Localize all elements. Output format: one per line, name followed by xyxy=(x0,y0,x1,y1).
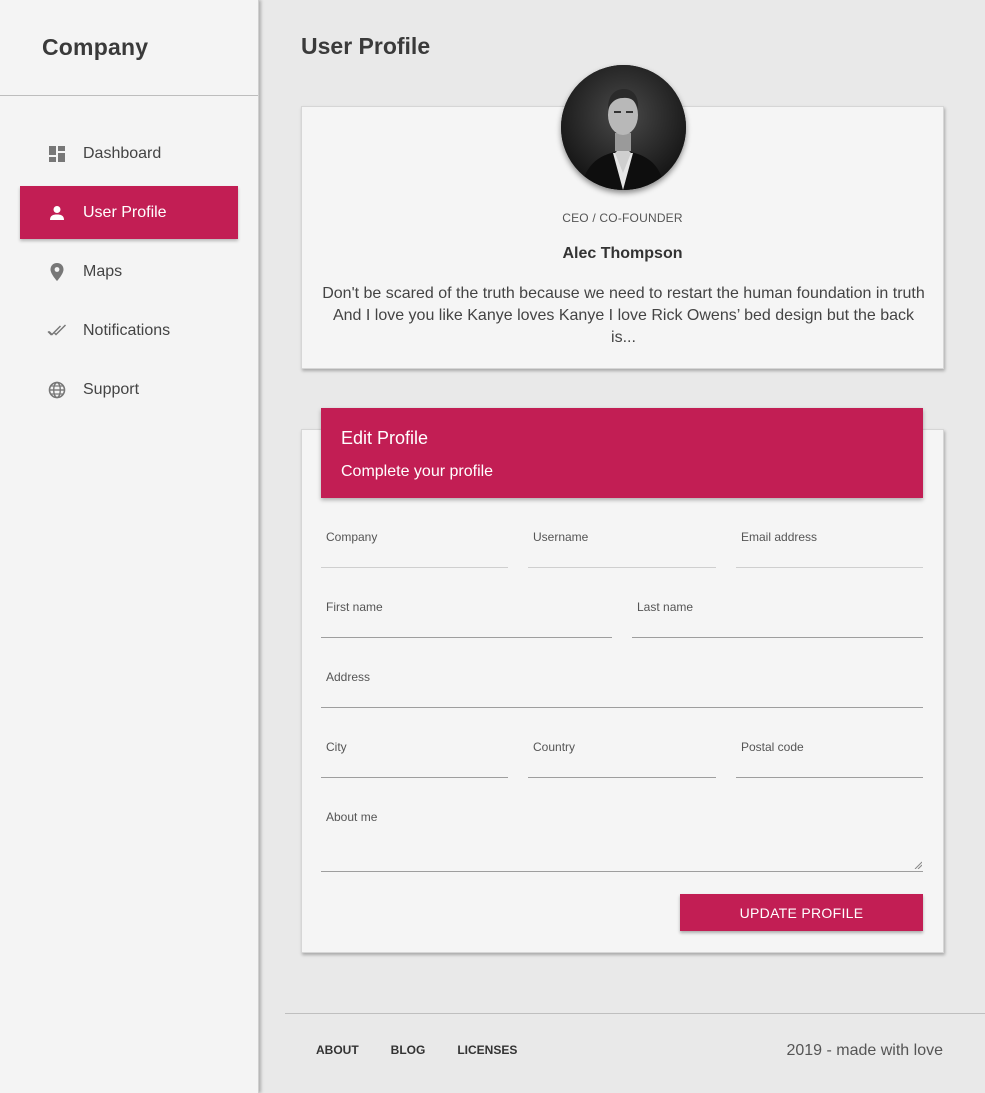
person-icon xyxy=(47,203,67,223)
edit-profile-title: Edit Profile xyxy=(341,428,429,448)
profile-name: Alec Thompson xyxy=(562,245,683,262)
sidebar-item-label: Dashboard xyxy=(83,144,162,162)
address-label: Address xyxy=(326,670,371,684)
sidebar-item-support[interactable]: Support xyxy=(20,363,238,416)
postal-code-field[interactable]: Postal code xyxy=(736,728,923,778)
about-me-field[interactable]: About me xyxy=(321,798,923,872)
sidebar-item-label: Support xyxy=(83,380,140,398)
city-input[interactable] xyxy=(321,753,508,775)
username-input[interactable] xyxy=(528,543,716,565)
country-label: Country xyxy=(533,740,576,754)
sidebar-item-label: User Profile xyxy=(83,203,167,221)
page-title: User Profile xyxy=(301,33,431,59)
edit-profile-subtitle: Complete your profile xyxy=(341,463,494,480)
last-name-field[interactable]: Last name xyxy=(632,588,923,638)
company-field[interactable]: Company xyxy=(321,518,508,568)
about-me-textarea[interactable] xyxy=(321,829,923,869)
sidebar-item-notifications[interactable]: Notifications xyxy=(20,304,238,357)
city-field[interactable]: City xyxy=(321,728,508,778)
first-name-input[interactable] xyxy=(321,613,612,635)
sidebar-item-maps[interactable]: Maps xyxy=(20,245,238,298)
sidebar-item-label: Notifications xyxy=(83,321,171,339)
sidebar-item-user-profile[interactable]: User Profile xyxy=(20,186,238,239)
brand: Company xyxy=(0,0,258,96)
profile-bio: Don't be scared of the truth because we … xyxy=(322,285,925,346)
done-all-icon xyxy=(47,321,67,341)
last-name-label: Last name xyxy=(637,600,694,614)
first-name-field[interactable]: First name xyxy=(321,588,612,638)
username-field[interactable]: Username xyxy=(528,518,716,568)
main-content: User Profile CEO / CO-FOUNDER Alec Thomp… xyxy=(260,0,985,1093)
footer-link-about[interactable]: ABOUT xyxy=(316,1043,359,1057)
email-label: Email address xyxy=(741,530,818,544)
email-field[interactable]: Email address xyxy=(736,518,923,568)
footer-link-blog[interactable]: BLOG xyxy=(391,1043,426,1057)
first-name-label: First name xyxy=(326,600,383,614)
city-label: City xyxy=(326,740,347,754)
globe-icon xyxy=(47,380,67,400)
footer-link-licenses[interactable]: LICENSES xyxy=(457,1043,517,1057)
address-field[interactable]: Address xyxy=(321,658,923,708)
address-input[interactable] xyxy=(321,683,923,705)
sidebar-item-label: Maps xyxy=(83,262,123,280)
postal-code-input[interactable] xyxy=(736,753,923,775)
postal-code-label: Postal code xyxy=(741,740,804,754)
email-input[interactable] xyxy=(736,543,923,565)
footer-copyright: 2019 - made with love xyxy=(786,1042,943,1059)
location-pin-icon xyxy=(47,262,67,282)
username-label: Username xyxy=(533,530,589,544)
resize-grip-icon[interactable] xyxy=(914,861,922,869)
last-name-input[interactable] xyxy=(632,613,923,635)
company-label: Company xyxy=(326,530,378,544)
footer-links: ABOUT BLOG LICENSES xyxy=(316,1043,517,1057)
footer-divider xyxy=(285,1013,985,1014)
profile-card: CEO / CO-FOUNDER Alec Thompson Don't be … xyxy=(301,65,944,369)
avatar xyxy=(561,65,686,190)
update-profile-button[interactable]: UPDATE PROFILE xyxy=(680,894,923,931)
brand-name[interactable]: Company xyxy=(42,34,148,61)
country-input[interactable] xyxy=(528,753,716,775)
dashboard-icon xyxy=(47,144,67,164)
company-input[interactable] xyxy=(321,543,508,565)
country-field[interactable]: Country xyxy=(528,728,716,778)
profile-role: CEO / CO-FOUNDER xyxy=(562,211,683,225)
edit-profile-header: Edit Profile Complete your profile xyxy=(321,408,923,498)
sidebar-nav: Dashboard User Profile Maps Notification… xyxy=(0,96,258,416)
sidebar-item-dashboard[interactable]: Dashboard xyxy=(20,127,238,180)
about-me-label: About me xyxy=(326,810,378,824)
sidebar: Company Dashboard User Profile Maps Noti… xyxy=(0,0,259,1093)
